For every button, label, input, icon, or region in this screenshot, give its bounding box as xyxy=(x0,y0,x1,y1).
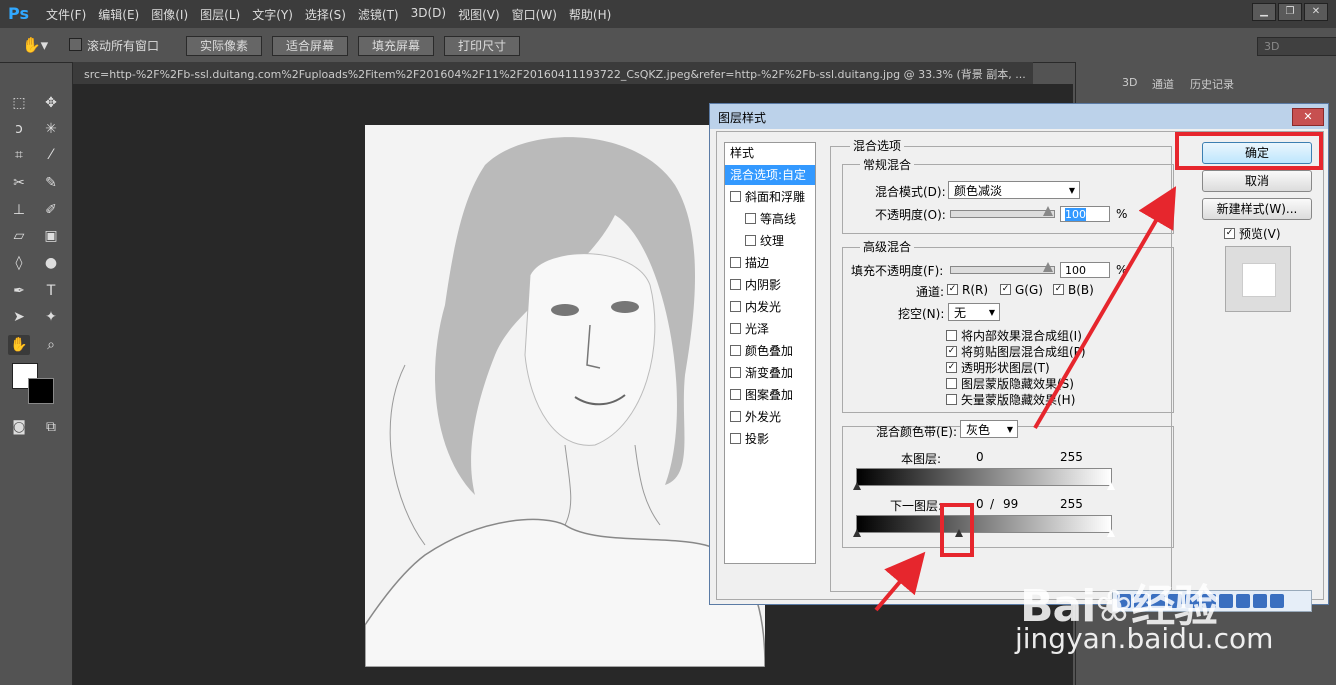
watermark-url: jingyan.baidu.com xyxy=(1015,622,1274,655)
tray-icon xyxy=(1219,594,1233,608)
tray-icon xyxy=(1270,594,1284,608)
tray-icon xyxy=(1236,594,1250,608)
tray-icon xyxy=(1253,594,1267,608)
annotation-arrow-slider xyxy=(874,551,926,612)
annotation-arrow-ok xyxy=(1033,186,1177,430)
